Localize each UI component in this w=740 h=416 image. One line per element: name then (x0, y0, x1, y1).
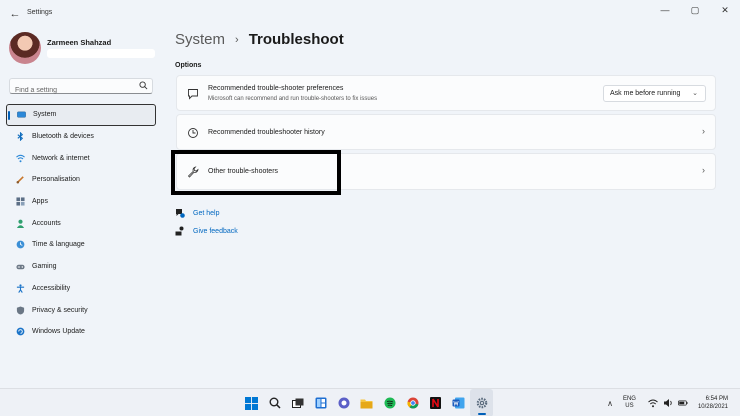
taskbar-search-icon[interactable] (263, 389, 286, 416)
accessibility-icon (16, 284, 25, 293)
taskbar-apps (240, 389, 493, 416)
chevron-right-icon: › (702, 126, 705, 136)
give-feedback-label: Give feedback (193, 227, 238, 235)
sidebar-item-network[interactable]: Network & internet (6, 147, 156, 169)
battery-icon[interactable] (678, 398, 688, 408)
breadcrumb-parent[interactable]: System (175, 31, 225, 48)
highlight-box (171, 150, 341, 195)
get-help-label: Get help (193, 209, 220, 217)
search-input[interactable] (10, 83, 130, 98)
wifi-icon[interactable] (648, 398, 658, 408)
troubleshooter-history-card[interactable]: Recommended troubleshooter history › (176, 114, 716, 150)
minimize-button[interactable]: — (650, 0, 680, 20)
taskbar: ∧ ENG US 6:54 PM 10/28/2021 (0, 388, 740, 416)
sidebar-item-personalisation[interactable]: Personalisation (6, 169, 156, 191)
page-title: Troubleshoot (248, 31, 344, 48)
gamepad-icon (16, 262, 25, 271)
preferences-title: Recommended trouble-shooter preferences (208, 85, 344, 92)
sidebar-item-label: Privacy & security (32, 306, 88, 314)
sidebar-item-system[interactable]: System (6, 104, 156, 126)
wifi-icon (16, 154, 25, 163)
search-box[interactable] (9, 78, 153, 98)
region-code: US (625, 403, 634, 409)
sidebar-item-label: Accessibility (32, 284, 71, 292)
sidebar-item-label: Network & internet (32, 154, 90, 162)
sidebar-nav: System Bluetooth & devices Network & int… (6, 104, 156, 343)
sidebar-item-label: System (33, 111, 57, 119)
clock-time: 6:54 PM (705, 396, 728, 402)
spotify-icon[interactable] (378, 389, 401, 416)
dropdown-value: Ask me before running (610, 90, 681, 97)
sidebar-item-label: Apps (32, 198, 48, 206)
chevron-up-icon[interactable]: ∧ (607, 399, 613, 408)
word-icon[interactable] (447, 389, 470, 416)
widgets-icon[interactable] (309, 389, 332, 416)
preferences-card: Recommended trouble-shooter preferences … (176, 75, 716, 111)
sidebar-item-label: Bluetooth & devices (32, 133, 94, 141)
breadcrumb: System › Troubleshoot (175, 31, 344, 48)
volume-icon[interactable] (663, 398, 673, 408)
maximize-button[interactable]: ▢ (680, 0, 710, 20)
update-icon (16, 327, 25, 336)
profile-name: Zarmeen Shahzad (47, 38, 112, 47)
title-bar: ← Settings — ▢ ✕ (0, 0, 740, 28)
back-arrow-icon[interactable]: ← (8, 7, 22, 21)
sidebar-item-accounts[interactable]: Accounts (6, 212, 156, 234)
sidebar-item-bluetooth[interactable]: Bluetooth & devices (6, 126, 156, 148)
feedback-icon (175, 226, 184, 236)
file-explorer-icon[interactable] (355, 389, 378, 416)
clock-date: 10/28/2021 (697, 404, 728, 410)
system-tray: ∧ ENG US 6:54 PM 10/28/2021 (607, 389, 740, 416)
sidebar-item-accessibility[interactable]: Accessibility (6, 278, 156, 300)
language-indicator[interactable]: ENG US (623, 396, 636, 410)
chevron-down-icon: ⌄ (692, 90, 698, 97)
clock[interactable]: 6:54 PM 10/28/2021 (698, 395, 728, 411)
brush-icon (16, 175, 25, 184)
shield-icon (16, 305, 25, 315)
preferences-dropdown[interactable]: Ask me before running ⌄ (603, 85, 706, 102)
task-view-icon[interactable] (286, 389, 309, 416)
search-icon (139, 81, 148, 90)
chat-icon[interactable] (332, 389, 355, 416)
person-icon (16, 219, 25, 228)
windows-start-icon[interactable] (240, 389, 263, 416)
apps-icon (16, 197, 25, 206)
sidebar-item-label: Time & language (32, 241, 85, 249)
chat-bubble-icon (188, 89, 198, 100)
avatar (9, 32, 41, 64)
settings-app-icon[interactable] (470, 389, 493, 416)
window-title: Settings (27, 9, 53, 16)
sidebar-item-privacy-security[interactable]: Privacy & security (6, 299, 156, 321)
section-heading-options: Options (175, 62, 202, 69)
user-profile[interactable]: Zarmeen Shahzad (9, 32, 159, 66)
sidebar-item-label: Personalisation (32, 176, 80, 184)
sidebar-item-apps[interactable]: Apps (6, 191, 156, 213)
sidebar-item-windows-update[interactable]: Windows Update (6, 321, 156, 343)
profile-email-redacted (47, 49, 155, 58)
sidebar-item-label: Accounts (32, 219, 61, 227)
close-button[interactable]: ✕ (710, 0, 740, 20)
sidebar-item-gaming[interactable]: Gaming (6, 256, 156, 278)
chevron-right-icon: › (235, 33, 239, 46)
history-title: Recommended troubleshooter history (208, 129, 325, 136)
globe-clock-icon (16, 240, 25, 249)
sidebar-item-label: Gaming (32, 263, 57, 271)
monitor-icon (17, 110, 26, 119)
preferences-subtitle: Microsoft can recommend and run trouble-… (208, 96, 378, 102)
give-feedback-link[interactable]: Give feedback (175, 226, 238, 236)
sidebar-item-label: Windows Update (32, 328, 85, 336)
netflix-icon[interactable] (424, 389, 447, 416)
get-help-link[interactable]: Get help (175, 208, 219, 218)
bluetooth-icon (16, 132, 25, 142)
window-controls: — ▢ ✕ (650, 0, 740, 28)
chevron-right-icon: › (702, 165, 705, 175)
history-icon (188, 128, 198, 138)
chrome-icon[interactable] (401, 389, 424, 416)
help-icon (176, 209, 185, 218)
language-code: ENG (622, 396, 636, 402)
sidebar-item-time-language[interactable]: Time & language (6, 234, 156, 256)
